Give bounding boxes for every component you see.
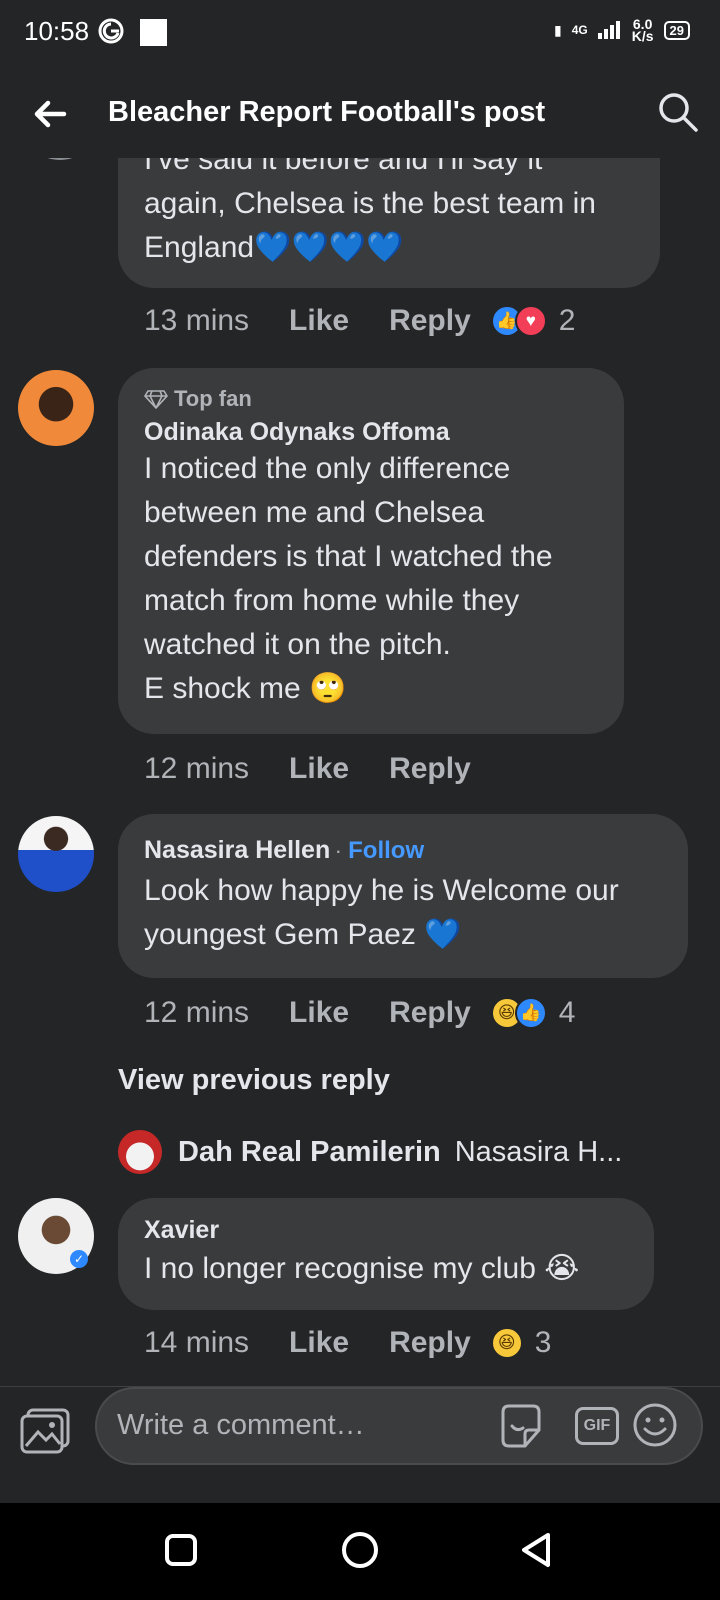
comment-time: 12 mins	[144, 996, 250, 1029]
reaction-count: 2	[558, 304, 576, 337]
comment-meta: 13 mins Like Reply 👍 ♥ 2	[144, 304, 575, 338]
vibrate-icon: ▮	[554, 21, 562, 38]
reaction-count: 3	[534, 1326, 552, 1359]
top-fan-label: Top fan	[174, 386, 252, 411]
comment-text-line: Look how happy he is Welcome our	[144, 874, 619, 907]
comment-text-line: I noticed the only difference	[144, 452, 511, 485]
separator-dot: ·	[334, 838, 349, 863]
view-previous-reply-link[interactable]: View previous reply	[118, 1064, 390, 1097]
comment-time: 13 mins	[144, 304, 250, 337]
search-icon[interactable]	[656, 90, 700, 134]
reply-author: Dah Real Pamilerin	[178, 1135, 441, 1168]
battery-icon: 29	[663, 20, 690, 40]
like-reaction-icon: 👍	[514, 997, 547, 1029]
verified-badge-icon: ✓	[70, 1250, 88, 1268]
back-triangle-icon[interactable]	[512, 1525, 562, 1575]
reactions[interactable]: 😆 👍 4	[490, 996, 576, 1030]
commenter-name[interactable]: Xavier	[144, 1216, 628, 1245]
reply-snippet: Nasasira H...	[454, 1135, 623, 1168]
comment-time: 12 mins	[144, 752, 250, 785]
like-button[interactable]: Like	[289, 996, 349, 1030]
comment-text-line: I no longer recognise my club 😭	[144, 1252, 580, 1285]
top-app-bar: Bleacher Report Football's post	[0, 70, 720, 158]
sticker-icon[interactable]	[497, 1402, 545, 1450]
gif-icon[interactable]: GIF	[575, 1407, 619, 1445]
comment-meta: 12 mins Like Reply	[144, 752, 471, 786]
commenter-name[interactable]: Nasasira Hellen	[144, 836, 330, 864]
avatar[interactable]	[22, 158, 98, 160]
comment-composer: Write a comment… GIF	[0, 1386, 720, 1473]
speed: 6.0 K/s	[631, 17, 654, 44]
reply-button[interactable]: Reply	[389, 1326, 471, 1360]
comment-meta: 12 mins Like Reply 😆 👍 4	[144, 996, 575, 1030]
emoji-icon[interactable]	[631, 1401, 679, 1449]
diamond-icon	[144, 390, 168, 409]
follow-link[interactable]: Follow	[348, 837, 424, 864]
comment-text-line: match from home while they	[144, 584, 520, 617]
comment-time: 14 mins	[144, 1326, 250, 1359]
signal-icon	[597, 21, 622, 39]
love-reaction-icon: ♥	[514, 305, 547, 337]
reply-button[interactable]: Reply	[389, 752, 471, 786]
avatar[interactable]	[18, 816, 94, 892]
like-button[interactable]: Like	[289, 752, 349, 786]
reactions[interactable]: 😆 3	[490, 1326, 552, 1360]
g-app-icon	[98, 18, 124, 44]
page-title: Bleacher Report Football's post	[108, 96, 546, 128]
top-fan-badge: Top fan	[144, 386, 598, 412]
commenter-name[interactable]: Odinaka Odynaks Offoma	[144, 418, 598, 447]
avatar[interactable]	[18, 370, 94, 446]
comment-bubble[interactable]: Nasasira Hellen · Follow Look how happy …	[118, 814, 688, 978]
reply-preview[interactable]: Dah Real Pamilerin Nasasira H...	[118, 1128, 678, 1176]
haha-reaction-icon: 😆	[490, 1327, 523, 1359]
comment-text-line: watched it on the pitch.	[144, 628, 451, 661]
avatar	[118, 1130, 162, 1174]
back-arrow-icon[interactable]	[28, 92, 72, 136]
status-time: 10:58	[24, 16, 90, 46]
reply-button[interactable]: Reply	[389, 996, 471, 1030]
recents-square-icon[interactable]	[156, 1525, 206, 1575]
comment-text-line: E shock me 🙄	[144, 672, 347, 705]
comment-text-line: England💙💙💙💙	[144, 231, 404, 264]
comment-text-line: again, Chelsea is the best team in	[144, 187, 596, 220]
comment-text-line: between me and Chelsea	[144, 496, 485, 529]
network-label: 4G	[571, 23, 588, 37]
home-circle-icon[interactable]	[335, 1525, 385, 1575]
status-right: ▮ 4G 6.0 K/s 29	[554, 17, 690, 44]
reaction-count: 4	[558, 996, 576, 1029]
comment-text-line: I've said it before and I'll say it	[144, 158, 543, 176]
comment-input[interactable]: Write a comment… GIF	[95, 1387, 703, 1465]
reply-button[interactable]: Reply	[389, 304, 471, 338]
comment-text-line: defenders is that I watched the	[144, 540, 553, 573]
system-nav-bar	[0, 1503, 720, 1600]
comments-list[interactable]: I've said it before and I'll say it agai…	[0, 158, 720, 1386]
notification-square-icon	[140, 19, 167, 46]
comment-bubble[interactable]: I've said it before and I'll say it agai…	[118, 158, 660, 288]
speed-unit: K/s	[631, 28, 654, 44]
comment-bubble[interactable]: Xavier I no longer recognise my club 😭	[118, 1198, 654, 1310]
photo-icon[interactable]	[20, 1408, 72, 1454]
status-bar: 10:58 ▮ 4G 6.0 K/s 29	[0, 0, 720, 70]
like-button[interactable]: Like	[289, 304, 349, 338]
comment-meta: 14 mins Like Reply 😆 3	[144, 1326, 551, 1360]
comment-text-line: youngest Gem Paez 💙	[144, 918, 462, 951]
commenter-header: Nasasira Hellen · Follow	[144, 836, 662, 865]
comment-bubble[interactable]: Top fan Odinaka Odynaks Offoma I noticed…	[118, 368, 624, 734]
reactions[interactable]: 👍 ♥ 2	[490, 304, 576, 338]
comment-placeholder: Write a comment…	[117, 1409, 365, 1441]
like-button[interactable]: Like	[289, 1326, 349, 1360]
